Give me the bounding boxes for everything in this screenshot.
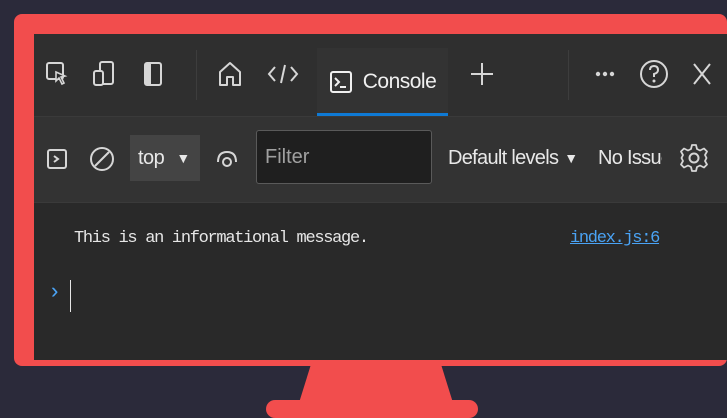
filter-input[interactable] — [256, 130, 432, 184]
context-selector[interactable]: top ▼ — [130, 135, 200, 181]
close-icon[interactable] — [684, 54, 720, 94]
context-selector-value: top — [138, 146, 165, 169]
monitor-foot — [266, 400, 478, 418]
console-prompt-icon: › — [48, 280, 62, 305]
inspect-element-icon[interactable] — [40, 54, 74, 94]
issues-button[interactable]: No Issues — [598, 135, 662, 181]
sidebar-toggle-icon[interactable] — [40, 139, 74, 179]
home-icon[interactable] — [210, 54, 250, 94]
tab-console-label: Console — [362, 70, 437, 93]
add-tab-icon[interactable] — [462, 54, 502, 94]
live-expression-eye-icon[interactable] — [210, 139, 244, 179]
clear-console-icon[interactable] — [84, 139, 120, 179]
tab-console[interactable]: Console — [317, 48, 448, 116]
console-icon — [329, 71, 352, 93]
source-link[interactable]: index.js:6 — [570, 229, 660, 248]
issues-label: No Issues — [598, 146, 662, 169]
log-levels-label: Default levels — [448, 146, 559, 169]
chevron-down-icon: ▼ — [176, 150, 190, 166]
more-options-icon[interactable] — [588, 54, 622, 94]
chevron-down-icon: ▼ — [564, 150, 578, 166]
tab-divider — [196, 50, 197, 100]
device-toolbar-icon[interactable] — [88, 54, 122, 94]
console-input-caret[interactable] — [70, 280, 71, 312]
console-message: This is an informational message. — [74, 229, 369, 248]
log-levels-dropdown[interactable]: Default levels ▼ — [448, 135, 578, 181]
tab-divider — [568, 50, 569, 100]
settings-gear-icon[interactable] — [674, 135, 714, 181]
help-icon[interactable] — [636, 54, 672, 94]
devtools-tab-bar: Console — [34, 34, 727, 116]
monitor-frame: Console top ▼ Filter Default levels ▼ No… — [14, 14, 727, 366]
dock-panel-icon[interactable] — [136, 54, 170, 94]
console-toolbar: top ▼ Default levels ▼ No Issues — [34, 116, 727, 203]
devtools-window: Console top ▼ Filter Default levels ▼ No… — [34, 34, 727, 360]
elements-code-icon[interactable] — [260, 54, 306, 94]
